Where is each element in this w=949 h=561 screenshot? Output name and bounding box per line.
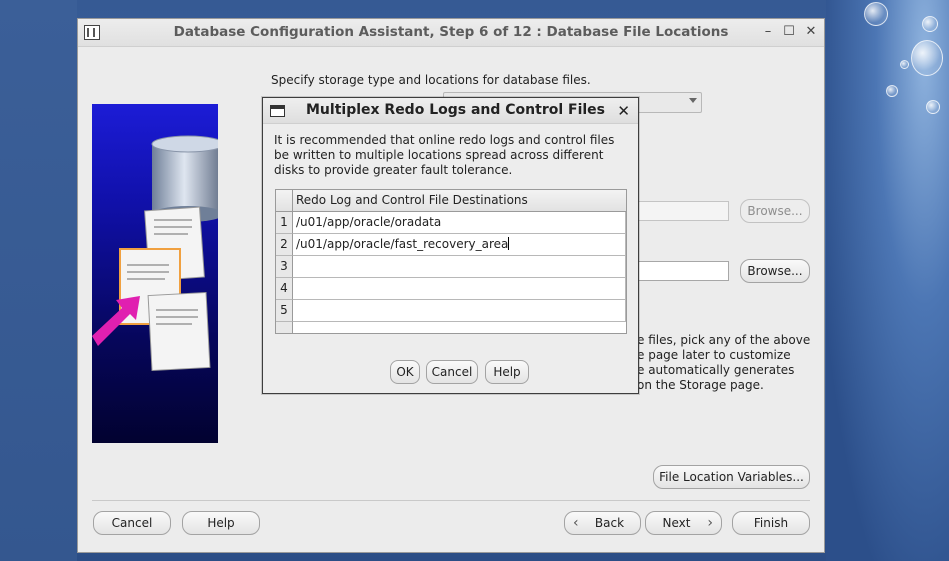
destination-value: /u01/app/oracle/fast_recovery_area: [296, 237, 509, 251]
wizard-illustration: [92, 104, 218, 443]
chevron-left-icon: ‹: [573, 515, 579, 531]
dialog-close-icon[interactable]: ✕: [617, 102, 630, 120]
destination-cell[interactable]: [293, 300, 626, 322]
row-number-partial: [276, 322, 293, 333]
maximize-icon[interactable]: ☐: [782, 24, 796, 40]
instruction-text: Specify storage type and locations for d…: [271, 73, 591, 87]
dialog-window-icon: [270, 105, 285, 117]
desktop-background-right: [826, 0, 949, 561]
cancel-button[interactable]: Cancel: [93, 511, 171, 535]
row-number: 1: [276, 212, 293, 234]
table-corner: [276, 190, 293, 212]
window-title: Database Configuration Assistant, Step 6…: [173, 24, 729, 40]
description-line: e files, pick any of the above: [637, 333, 811, 347]
minimize-icon[interactable]: –: [761, 24, 775, 40]
dialog-cancel-button[interactable]: Cancel: [426, 360, 478, 384]
finish-button[interactable]: Finish: [732, 511, 810, 535]
row-number: 3: [276, 256, 293, 278]
bubble-decoration: [886, 85, 898, 97]
next-button-label: Next: [662, 516, 691, 530]
description-line: e page later to customize: [637, 348, 791, 362]
back-button-label: Back: [594, 516, 625, 530]
destination-cell[interactable]: /u01/app/oracle/oradata: [293, 212, 626, 234]
destination-cell[interactable]: [293, 278, 626, 300]
database-files-illustration: [92, 135, 218, 371]
description-line: on the Storage page.: [637, 378, 764, 392]
desktop-background-left: [0, 0, 77, 561]
recovery-area-field[interactable]: [638, 261, 729, 281]
dialog-help-button[interactable]: Help: [485, 360, 529, 384]
chevron-down-icon: [689, 98, 697, 103]
close-icon[interactable]: ✕: [804, 24, 818, 40]
file-location-variables-button[interactable]: File Location Variables...: [653, 465, 810, 489]
chevron-right-icon: ›: [707, 515, 713, 531]
bubble-decoration: [864, 2, 888, 26]
bubble-decoration: [922, 16, 938, 32]
row-number: 5: [276, 300, 293, 322]
bubble-decoration: [926, 100, 940, 114]
window-titlebar[interactable]: Database Configuration Assistant, Step 6…: [78, 19, 824, 47]
file-location-field[interactable]: [638, 201, 729, 221]
destination-value: /u01/app/oracle/oradata: [296, 215, 442, 229]
bubble-decoration: [900, 60, 909, 69]
destination-cell[interactable]: [293, 256, 626, 278]
footer-separator: [92, 500, 810, 501]
dialog-message: It is recommended that online redo logs …: [274, 133, 615, 177]
description-line: e automatically generates: [637, 363, 795, 377]
column-header: Redo Log and Control File Destinations: [293, 190, 626, 212]
row-number: 2: [276, 234, 293, 256]
browse-button[interactable]: Browse...: [740, 259, 810, 283]
row-number: 4: [276, 278, 293, 300]
help-button[interactable]: Help: [182, 511, 260, 535]
multiplex-dialog: Multiplex Redo Logs and Control Files ✕ …: [262, 97, 639, 394]
bubble-decoration: [911, 40, 943, 76]
back-button[interactable]: ‹ Back: [564, 511, 641, 535]
ok-button[interactable]: OK: [390, 360, 420, 384]
destination-cell[interactable]: /u01/app/oracle/fast_recovery_area: [293, 234, 626, 256]
browse-button-disabled[interactable]: Browse...: [740, 199, 810, 223]
destinations-table: Redo Log and Control File Destinations 1…: [275, 189, 627, 334]
text-cursor: [508, 237, 510, 250]
next-button[interactable]: Next ›: [645, 511, 722, 535]
dialog-title: Multiplex Redo Logs and Control Files: [306, 102, 606, 118]
dialog-titlebar[interactable]: Multiplex Redo Logs and Control Files ✕: [263, 98, 638, 124]
storage-description: e files, pick any of the above e page la…: [637, 333, 822, 393]
